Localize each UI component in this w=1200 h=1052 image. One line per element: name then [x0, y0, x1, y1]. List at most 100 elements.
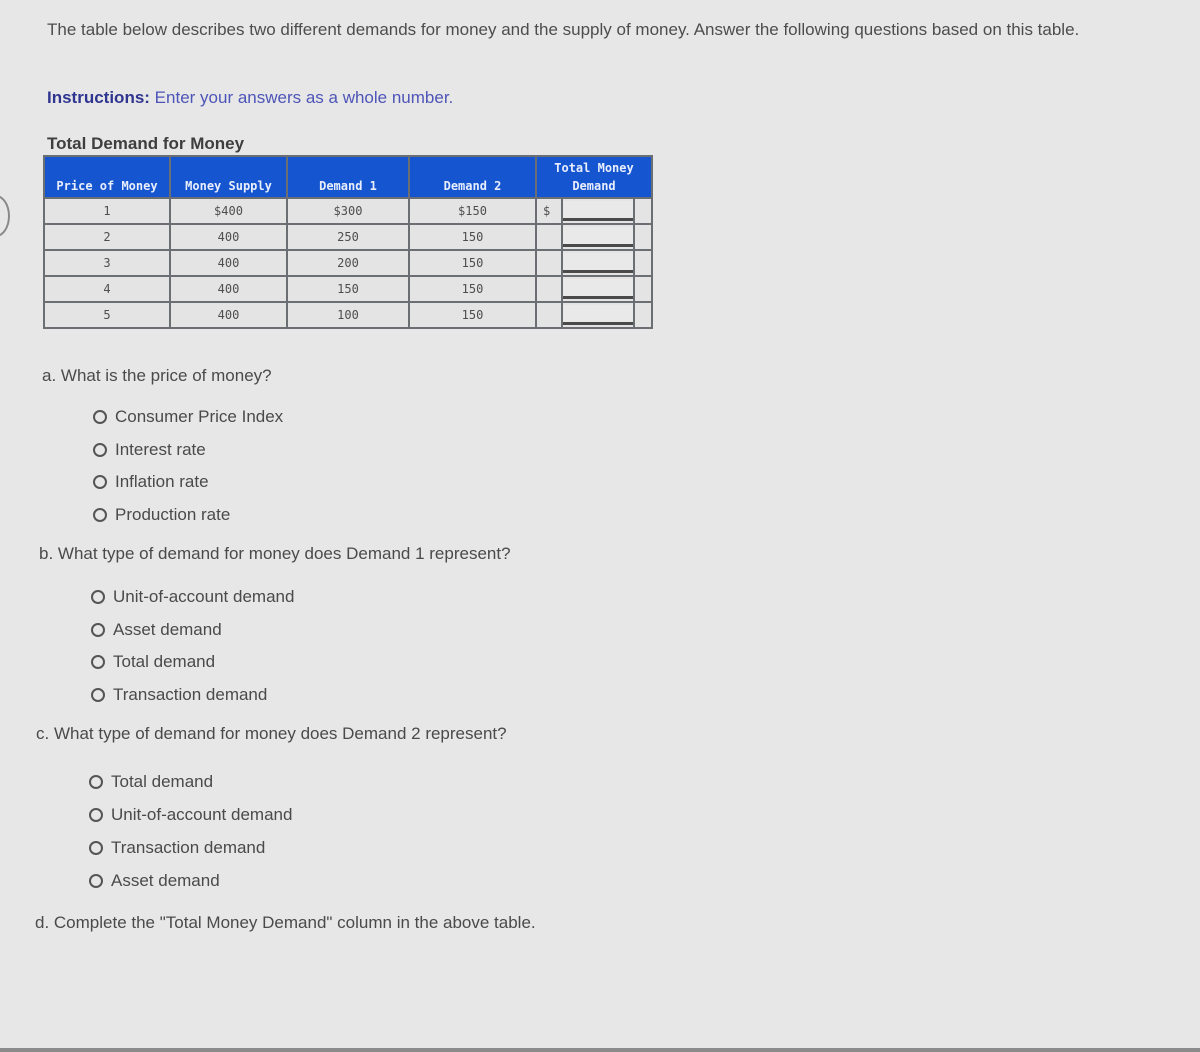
cell-demand1: 250	[286, 223, 410, 251]
radio-button-icon[interactable]	[91, 590, 105, 605]
table-row: 3 400 200 150	[43, 249, 653, 277]
option-label: Unit-of-account demand	[113, 587, 295, 607]
table-title: Total Demand for Money	[47, 134, 245, 153]
cell-demand2: 150	[408, 223, 537, 251]
option-label: Unit-of-account demand	[111, 804, 293, 824]
header-demand-2: Demand 2	[408, 155, 537, 198]
total-money-demand-input-1[interactable]	[563, 201, 633, 221]
cell-pad	[633, 249, 653, 277]
cell-price: 3	[43, 249, 171, 277]
option-label: Transaction demand	[111, 837, 266, 857]
cell-supply: 400	[169, 223, 288, 251]
question-c-prompt: c. What type of demand for money does De…	[36, 724, 507, 743]
currency-cell	[535, 275, 563, 303]
option-label: Asset demand	[111, 870, 220, 890]
radio-button-icon[interactable]	[91, 655, 105, 670]
option-unit-of-account-demand[interactable]: Unit-of-account demand	[91, 581, 294, 614]
radio-button-icon[interactable]	[91, 622, 105, 637]
question-page: The table below describes two different …	[0, 0, 1200, 1052]
radio-button-icon[interactable]	[93, 507, 107, 522]
table-row: 2 400 250 150	[43, 223, 653, 251]
cell-demand1: 150	[286, 275, 410, 303]
radio-button-icon[interactable]	[93, 410, 107, 425]
question-b-options: Unit-of-account demand Asset demand Tota…	[91, 581, 294, 711]
cell-price: 4	[43, 275, 171, 303]
radio-button-icon[interactable]	[89, 774, 103, 789]
option-asset-demand[interactable]: Asset demand	[89, 864, 292, 897]
question-d-prompt: d. Complete the "Total Money Demand" col…	[35, 913, 536, 932]
radio-button-icon[interactable]	[89, 807, 103, 822]
total-money-demand-input-2[interactable]	[563, 227, 633, 247]
option-label: Production rate	[115, 504, 231, 524]
question-b-prompt: b. What type of demand for money does De…	[39, 544, 511, 563]
currency-cell	[535, 301, 563, 329]
cell-demand1: 100	[286, 301, 410, 329]
radio-button-icon[interactable]	[89, 873, 103, 888]
option-inflation-rate[interactable]: Inflation rate	[93, 466, 283, 499]
instructions: Instructions: Enter your answers as a wh…	[47, 88, 453, 108]
option-unit-of-account-demand[interactable]: Unit-of-account demand	[89, 798, 292, 831]
cell-total-input	[561, 275, 635, 303]
option-transaction-demand[interactable]: Transaction demand	[91, 679, 294, 712]
option-production-rate[interactable]: Production rate	[93, 499, 283, 532]
question-c-options: Total demand Unit-of-account demand Tran…	[89, 765, 292, 897]
radio-button-icon[interactable]	[89, 840, 103, 855]
intro-text: The table below describes two different …	[47, 20, 1080, 39]
cell-demand2: 150	[408, 249, 537, 277]
option-asset-demand[interactable]: Asset demand	[91, 614, 294, 647]
cell-supply: 400	[169, 275, 288, 303]
money-demand-table: Price of Money Money Supply Demand 1 Dem…	[43, 155, 653, 329]
option-transaction-demand[interactable]: Transaction demand	[89, 831, 292, 864]
header-demand-1: Demand 1	[286, 155, 410, 198]
option-total-demand[interactable]: Total demand	[89, 765, 292, 798]
cell-supply: 400	[169, 301, 288, 329]
total-money-demand-input-4[interactable]	[563, 279, 633, 299]
header-total-money-demand: Total Money Demand	[535, 155, 653, 198]
cell-demand2: 150	[408, 301, 537, 329]
total-money-demand-input-5[interactable]	[563, 305, 633, 325]
radio-button-icon[interactable]	[91, 687, 105, 702]
option-interest-rate[interactable]: Interest rate	[93, 434, 283, 467]
total-money-demand-input-3[interactable]	[563, 253, 633, 273]
option-total-demand[interactable]: Total demand	[91, 646, 294, 679]
option-label: Consumer Price Index	[115, 407, 284, 427]
cell-supply: 400	[169, 249, 288, 277]
cell-pad	[633, 301, 653, 329]
option-label: Total demand	[111, 771, 214, 791]
screen-bottom-edge	[0, 1048, 1200, 1052]
cell-demand2: $150	[408, 197, 537, 225]
cell-demand2: 150	[408, 275, 537, 303]
question-a-prompt: a. What is the price of money?	[42, 366, 272, 385]
cell-demand1: 200	[286, 249, 410, 277]
cell-total-input	[561, 197, 635, 225]
cell-total-input	[561, 249, 635, 277]
option-label: Total demand	[113, 652, 216, 672]
table-row: 5 400 100 150	[43, 301, 653, 329]
table-row: 1 $400 $300 $150 $	[43, 197, 653, 225]
radio-button-icon[interactable]	[93, 475, 107, 490]
cell-pad	[633, 275, 653, 303]
instructions-label: Instructions:	[47, 88, 150, 107]
table-header-row: Price of Money Money Supply Demand 1 Dem…	[43, 155, 653, 198]
cell-pad	[633, 197, 653, 225]
header-money-supply: Money Supply	[169, 155, 288, 198]
radio-button-icon[interactable]	[93, 442, 107, 457]
option-label: Asset demand	[113, 619, 222, 639]
option-label: Interest rate	[115, 439, 206, 459]
option-consumer-price-index[interactable]: Consumer Price Index	[93, 401, 283, 434]
cell-price: 2	[43, 223, 171, 251]
currency-cell	[535, 223, 563, 251]
question-a-options: Consumer Price Index Interest rate Infla…	[93, 401, 283, 531]
currency-symbol: $	[535, 197, 563, 225]
instructions-text: Enter your answers as a whole number.	[149, 88, 454, 107]
option-label: Inflation rate	[115, 472, 209, 492]
cell-supply: $400	[169, 197, 288, 225]
partial-circle-decoration	[0, 195, 10, 237]
table-row: 4 400 150 150	[43, 275, 653, 303]
cell-demand1: $300	[286, 197, 410, 225]
cell-total-input	[561, 223, 635, 251]
option-label: Transaction demand	[113, 684, 268, 704]
header-price-of-money: Price of Money	[43, 155, 171, 198]
cell-price: 1	[43, 197, 171, 225]
currency-cell	[535, 249, 563, 277]
